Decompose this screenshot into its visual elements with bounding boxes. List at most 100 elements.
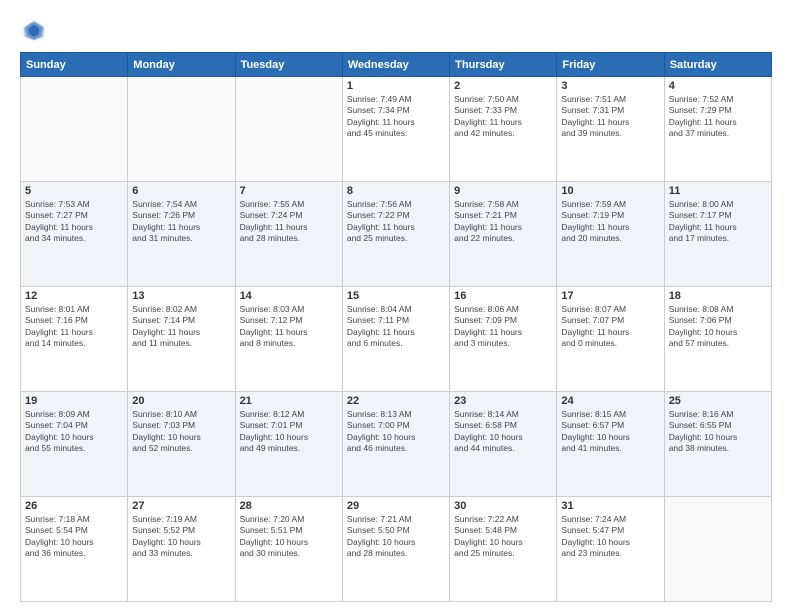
day-number: 30 <box>454 500 552 512</box>
day-info: Sunrise: 7:52 AM Sunset: 7:29 PM Dayligh… <box>669 94 767 140</box>
day-info: Sunrise: 7:56 AM Sunset: 7:22 PM Dayligh… <box>347 199 445 245</box>
logo-icon <box>20 16 48 44</box>
calendar-week-0: 1 Sunrise: 7:49 AM Sunset: 7:34 PM Daylig… <box>21 77 772 182</box>
calendar-cell: 13Sunrise: 8:02 AM Sunset: 7:14 PM Dayli… <box>128 287 235 392</box>
calendar-body: 1 Sunrise: 7:49 AM Sunset: 7:34 PM Daylig… <box>21 77 772 602</box>
calendar-cell: 18 Sunrise: 8:08 AM Sunset: 7:06 PM Dayli… <box>664 287 771 392</box>
calendar-cell: 28 Sunrise: 7:20 AM Sunset: 5:51 PM Dayli… <box>235 497 342 602</box>
day-info: Sunrise: 7:50 AM Sunset: 7:33 PM Dayligh… <box>454 94 552 140</box>
day-info: Sunrise: 8:09 AM Sunset: 7:04 PM Dayligh… <box>25 409 123 455</box>
day-info: Sunrise: 8:12 AM Sunset: 7:01 PM Dayligh… <box>240 409 338 455</box>
day-number: 20 <box>132 395 230 407</box>
day-info: Sunrise: 8:07 AM Sunset: 7:07 PM Dayligh… <box>561 304 659 350</box>
calendar-cell: 8 Sunrise: 7:56 AM Sunset: 7:22 PM Daylig… <box>342 182 449 287</box>
day-number: 8 <box>347 185 445 197</box>
calendar-cell: 4 Sunrise: 7:52 AM Sunset: 7:29 PM Daylig… <box>664 77 771 182</box>
day-info: Sunrise: 7:55 AM Sunset: 7:24 PM Dayligh… <box>240 199 338 245</box>
day-number: 26 <box>25 500 123 512</box>
day-info: Sunrise: 8:03 AM Sunset: 7:12 PM Dayligh… <box>240 304 338 350</box>
calendar-week-2: 12 Sunrise: 8:01 AM Sunset: 7:16 PM Dayli… <box>21 287 772 392</box>
day-number: 4 <box>669 80 767 92</box>
day-number: 9 <box>454 185 552 197</box>
day-info: Sunrise: 8:13 AM Sunset: 7:00 PM Dayligh… <box>347 409 445 455</box>
calendar-cell: 2Sunrise: 7:50 AM Sunset: 7:33 PM Daylig… <box>450 77 557 182</box>
day-info: Sunrise: 8:06 AM Sunset: 7:09 PM Dayligh… <box>454 304 552 350</box>
day-number: 19 <box>25 395 123 407</box>
day-info: Sunrise: 7:21 AM Sunset: 5:50 PM Dayligh… <box>347 514 445 560</box>
day-number: 29 <box>347 500 445 512</box>
day-info: Sunrise: 8:14 AM Sunset: 6:58 PM Dayligh… <box>454 409 552 455</box>
day-number: 27 <box>132 500 230 512</box>
day-number: 6 <box>132 185 230 197</box>
day-info: Sunrise: 8:04 AM Sunset: 7:11 PM Dayligh… <box>347 304 445 350</box>
day-info: Sunrise: 7:19 AM Sunset: 5:52 PM Dayligh… <box>132 514 230 560</box>
calendar-cell <box>128 77 235 182</box>
day-info: Sunrise: 7:22 AM Sunset: 5:48 PM Dayligh… <box>454 514 552 560</box>
calendar-cell: 29 Sunrise: 7:21 AM Sunset: 5:50 PM Dayli… <box>342 497 449 602</box>
day-info: Sunrise: 8:16 AM Sunset: 6:55 PM Dayligh… <box>669 409 767 455</box>
weekday-header-friday: Friday <box>557 53 664 77</box>
day-number: 31 <box>561 500 659 512</box>
calendar-cell: 6 Sunrise: 7:54 AM Sunset: 7:26 PM Daylig… <box>128 182 235 287</box>
weekday-header-row: SundayMondayTuesdayWednesdayThursdayFrid… <box>21 53 772 77</box>
day-number: 12 <box>25 290 123 302</box>
calendar-cell: 25Sunrise: 8:16 AM Sunset: 6:55 PM Dayli… <box>664 392 771 497</box>
day-info: Sunrise: 7:54 AM Sunset: 7:26 PM Dayligh… <box>132 199 230 245</box>
calendar-cell: 24 Sunrise: 8:15 AM Sunset: 6:57 PM Dayli… <box>557 392 664 497</box>
day-number: 13 <box>132 290 230 302</box>
calendar-cell: 22 Sunrise: 8:13 AM Sunset: 7:00 PM Dayli… <box>342 392 449 497</box>
calendar-week-1: 5 Sunrise: 7:53 AM Sunset: 7:27 PM Daylig… <box>21 182 772 287</box>
calendar-cell: 7 Sunrise: 7:55 AM Sunset: 7:24 PM Daylig… <box>235 182 342 287</box>
day-info: Sunrise: 8:01 AM Sunset: 7:16 PM Dayligh… <box>25 304 123 350</box>
calendar-cell: 12 Sunrise: 8:01 AM Sunset: 7:16 PM Dayli… <box>21 287 128 392</box>
day-info: Sunrise: 7:18 AM Sunset: 5:54 PM Dayligh… <box>25 514 123 560</box>
calendar-cell: 27 Sunrise: 7:19 AM Sunset: 5:52 PM Dayli… <box>128 497 235 602</box>
calendar-cell: 17 Sunrise: 8:07 AM Sunset: 7:07 PM Dayli… <box>557 287 664 392</box>
calendar-cell: 23 Sunrise: 8:14 AM Sunset: 6:58 PM Dayli… <box>450 392 557 497</box>
calendar-week-3: 19 Sunrise: 8:09 AM Sunset: 7:04 PM Dayli… <box>21 392 772 497</box>
calendar-week-4: 26 Sunrise: 7:18 AM Sunset: 5:54 PM Dayli… <box>21 497 772 602</box>
logo <box>20 16 52 44</box>
day-number: 3 <box>561 80 659 92</box>
calendar-cell: 30 Sunrise: 7:22 AM Sunset: 5:48 PM Dayli… <box>450 497 557 602</box>
calendar-cell: 16Sunrise: 8:06 AM Sunset: 7:09 PM Dayli… <box>450 287 557 392</box>
day-number: 28 <box>240 500 338 512</box>
day-number: 5 <box>25 185 123 197</box>
calendar-cell: 26 Sunrise: 7:18 AM Sunset: 5:54 PM Dayli… <box>21 497 128 602</box>
page: SundayMondayTuesdayWednesdayThursdayFrid… <box>0 0 792 612</box>
day-number: 17 <box>561 290 659 302</box>
day-number: 24 <box>561 395 659 407</box>
day-info: Sunrise: 7:58 AM Sunset: 7:21 PM Dayligh… <box>454 199 552 245</box>
day-number: 22 <box>347 395 445 407</box>
weekday-header-thursday: Thursday <box>450 53 557 77</box>
day-number: 7 <box>240 185 338 197</box>
weekday-header-tuesday: Tuesday <box>235 53 342 77</box>
calendar-cell: 3 Sunrise: 7:51 AM Sunset: 7:31 PM Daylig… <box>557 77 664 182</box>
day-info: Sunrise: 7:51 AM Sunset: 7:31 PM Dayligh… <box>561 94 659 140</box>
calendar-cell: 21Sunrise: 8:12 AM Sunset: 7:01 PM Dayli… <box>235 392 342 497</box>
calendar-cell: 10Sunrise: 7:59 AM Sunset: 7:19 PM Dayli… <box>557 182 664 287</box>
calendar-cell <box>664 497 771 602</box>
day-number: 15 <box>347 290 445 302</box>
weekday-header-sunday: Sunday <box>21 53 128 77</box>
day-number: 14 <box>240 290 338 302</box>
weekday-header-monday: Monday <box>128 53 235 77</box>
day-number: 1 <box>347 80 445 92</box>
calendar-cell: 1 Sunrise: 7:49 AM Sunset: 7:34 PM Daylig… <box>342 77 449 182</box>
day-number: 23 <box>454 395 552 407</box>
day-info: Sunrise: 8:00 AM Sunset: 7:17 PM Dayligh… <box>669 199 767 245</box>
weekday-header-saturday: Saturday <box>664 53 771 77</box>
calendar-cell: 15 Sunrise: 8:04 AM Sunset: 7:11 PM Dayli… <box>342 287 449 392</box>
day-number: 11 <box>669 185 767 197</box>
day-info: Sunrise: 8:08 AM Sunset: 7:06 PM Dayligh… <box>669 304 767 350</box>
calendar-cell: 19 Sunrise: 8:09 AM Sunset: 7:04 PM Dayli… <box>21 392 128 497</box>
day-info: Sunrise: 8:15 AM Sunset: 6:57 PM Dayligh… <box>561 409 659 455</box>
calendar-table: SundayMondayTuesdayWednesdayThursdayFrid… <box>20 52 772 602</box>
day-info: Sunrise: 7:49 AM Sunset: 7:34 PM Dayligh… <box>347 94 445 140</box>
day-info: Sunrise: 7:20 AM Sunset: 5:51 PM Dayligh… <box>240 514 338 560</box>
day-info: Sunrise: 8:10 AM Sunset: 7:03 PM Dayligh… <box>132 409 230 455</box>
day-number: 18 <box>669 290 767 302</box>
calendar-cell <box>235 77 342 182</box>
day-info: Sunrise: 7:53 AM Sunset: 7:27 PM Dayligh… <box>25 199 123 245</box>
calendar-cell: 11 Sunrise: 8:00 AM Sunset: 7:17 PM Dayli… <box>664 182 771 287</box>
